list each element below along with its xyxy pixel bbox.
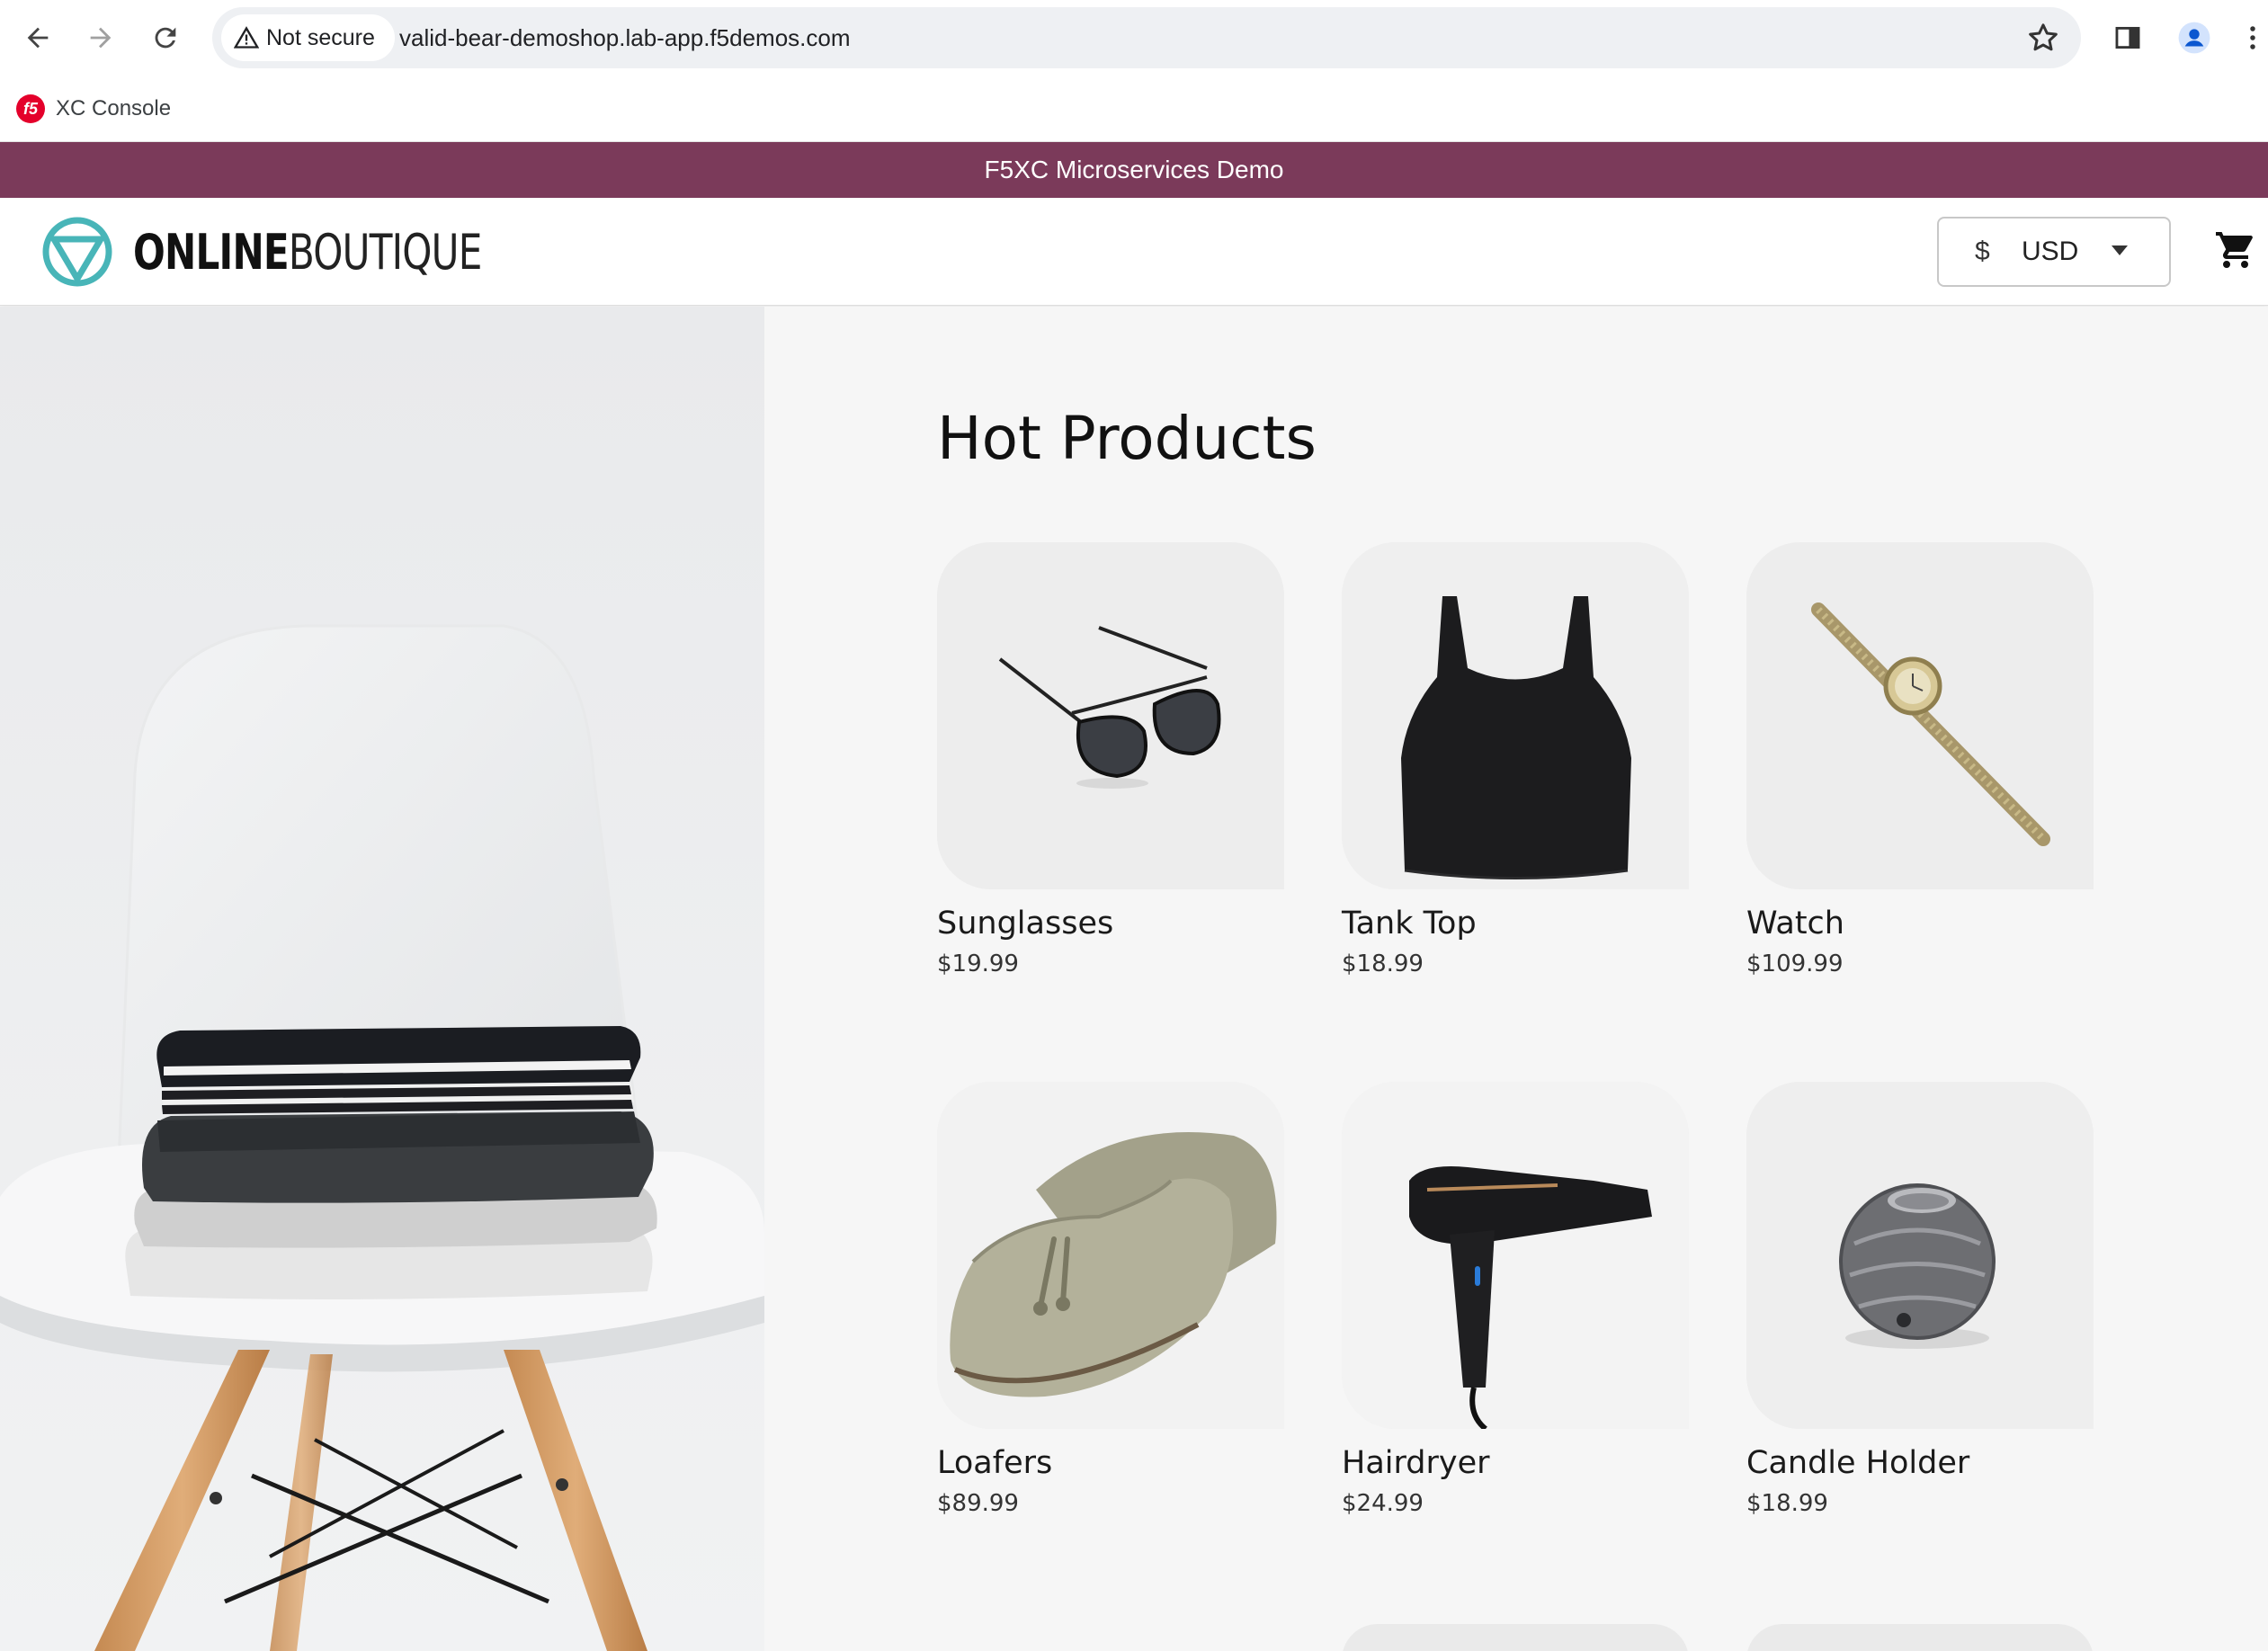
url-text[interactable]: valid-bear-demoshop.lab-app.f5demos.com [399, 7, 851, 68]
product-price: $18.99 [1342, 950, 1424, 977]
product-card[interactable]: Sunglasses $19.99 [937, 542, 1284, 977]
product-price: $109.99 [1746, 950, 1844, 977]
product-price: $19.99 [937, 950, 1019, 977]
logo-wordmark: ONLINEBOUTIQUE [133, 224, 482, 281]
bookmark-star-icon[interactable] [2025, 20, 2061, 56]
logo-bold-text: ONLINE [133, 223, 290, 281]
hero-image [0, 307, 764, 1651]
warning-icon [234, 26, 259, 49]
demo-banner: F5XC Microservices Demo [0, 142, 2268, 198]
product-price: $24.99 [1342, 1490, 1424, 1517]
product-name[interactable]: Tank Top [1342, 906, 1689, 942]
main-content: Hot Products Sunglasses $19.99 Tank Top … [764, 307, 2268, 1651]
security-label: Not secure [266, 24, 375, 50]
menu-button[interactable] [2237, 16, 2268, 59]
dropdown-caret-icon [2112, 245, 2128, 255]
currency-code: USD [2022, 236, 2079, 266]
candle-holder-image [1746, 1082, 2094, 1429]
currency-selector[interactable]: $ USD [1937, 217, 2171, 287]
product-image[interactable] [1342, 1082, 1689, 1429]
back-button[interactable] [16, 16, 59, 59]
site-logo[interactable]: ONLINEBOUTIQUE [41, 214, 580, 290]
product-price: $89.99 [937, 1490, 1019, 1517]
page-title: Hot Products [937, 404, 1317, 473]
product-card[interactable]: Watch $109.99 [1746, 542, 2094, 977]
tank-top-image [1342, 542, 1689, 889]
profile-button[interactable] [2173, 16, 2216, 59]
address-bar[interactable]: Not secure valid-bear-demoshop.lab-app.f… [212, 7, 2081, 68]
hairdryer-image [1342, 1082, 1689, 1429]
product-price: $18.99 [1746, 1490, 1828, 1517]
product-name[interactable]: Candle Holder [1746, 1445, 2094, 1481]
product-card[interactable]: Loafers $89.99 [937, 1082, 1284, 1517]
side-panel-button[interactable] [2106, 16, 2149, 59]
loafers-image [937, 1082, 1284, 1429]
security-chip[interactable]: Not secure [221, 14, 395, 61]
triangle-circle-logo-icon [42, 217, 112, 287]
banner-text: F5XC Microservices Demo [984, 156, 1284, 183]
currency-symbol: $ [1975, 236, 1990, 266]
product-card-peek [1342, 1624, 1689, 1651]
product-name[interactable]: Hairdryer [1342, 1445, 1689, 1481]
product-image[interactable] [1746, 1082, 2094, 1429]
arrow-left-icon [27, 27, 49, 49]
product-name[interactable]: Sunglasses [937, 906, 1284, 942]
bookmark-xc-console[interactable]: f5 XC Console [16, 88, 171, 129]
browser-toolbar: Not secure valid-bear-demoshop.lab-app.f… [0, 0, 2268, 76]
site-header: ONLINEBOUTIQUE $ USD [0, 198, 2268, 306]
product-image[interactable] [1342, 542, 1689, 889]
product-card-peek [1746, 1624, 2094, 1651]
watch-image [1746, 542, 2094, 889]
product-image[interactable] [937, 1082, 1284, 1429]
product-name[interactable]: Watch [1746, 906, 2094, 942]
reload-button[interactable] [144, 16, 187, 59]
product-card[interactable]: Hairdryer $24.99 [1342, 1082, 1689, 1517]
product-card[interactable]: Tank Top $18.99 [1342, 542, 1689, 977]
bookmarks-bar: f5 XC Console [0, 76, 2268, 142]
bookmark-label: XC Console [56, 96, 172, 120]
logo-light-text: BOUTIQUE [288, 223, 482, 281]
product-name[interactable]: Loafers [937, 1445, 1284, 1481]
arrow-right-icon [90, 27, 112, 49]
reload-icon [155, 27, 176, 49]
product-image[interactable] [1746, 542, 2094, 889]
side-panel-icon [2115, 26, 2140, 49]
sunglasses-image [937, 542, 1284, 889]
profile-avatar-icon [2178, 22, 2210, 54]
f5-logo-icon: f5 [16, 94, 45, 123]
cart-icon[interactable] [2214, 228, 2257, 272]
chair-with-folded-clothes-image [0, 624, 764, 1651]
product-image[interactable] [937, 542, 1284, 889]
more-vertical-icon [2250, 26, 2255, 49]
product-card[interactable]: Candle Holder $18.99 [1746, 1082, 2094, 1517]
forward-button[interactable] [79, 16, 122, 59]
